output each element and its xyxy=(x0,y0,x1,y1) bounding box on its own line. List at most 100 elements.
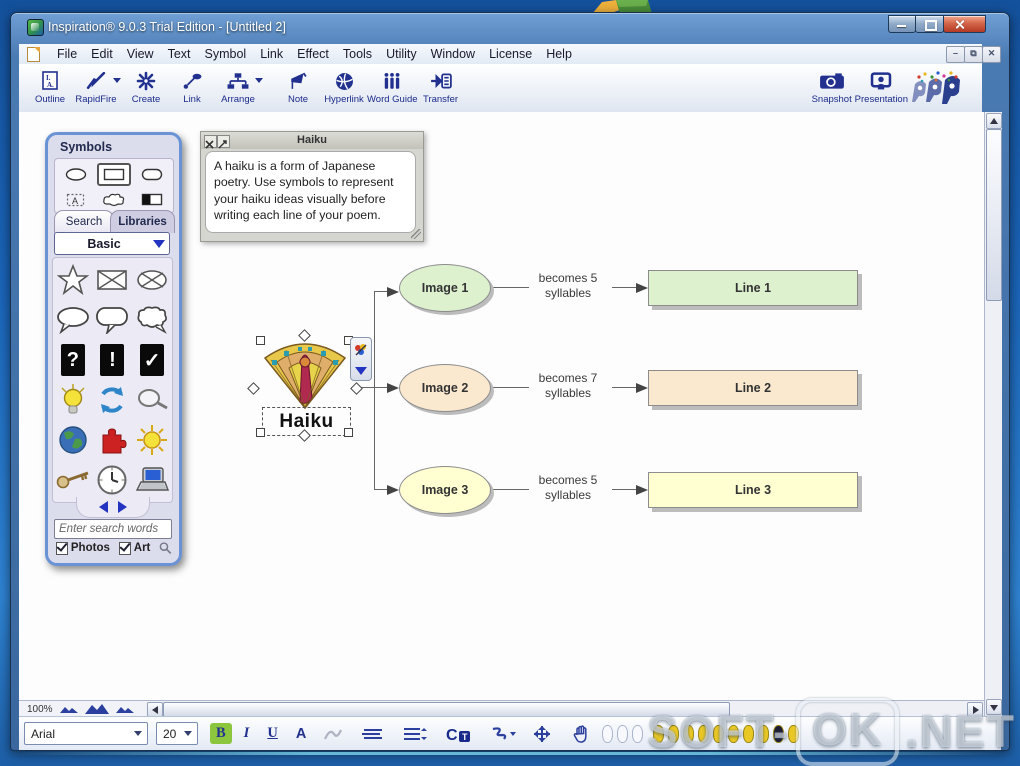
note-text[interactable]: A haiku is a form of Japanese poetry. Us… xyxy=(205,151,416,233)
change-case-icon[interactable]: CT xyxy=(446,725,472,743)
vertical-scrollbar[interactable] xyxy=(984,112,1002,716)
symbol-magnifier-icon[interactable] xyxy=(134,381,170,419)
word-guide-button[interactable]: Word Guide xyxy=(367,70,418,105)
link-style-dropdown-icon[interactable] xyxy=(510,731,517,736)
menu-tools[interactable]: Tools xyxy=(336,45,379,63)
symbol-lightbulb-icon[interactable] xyxy=(55,381,91,419)
note-window[interactable]: Haiku A haiku is a form of Japanese poet… xyxy=(200,131,424,242)
hyperlink-button[interactable]: Hyperlink xyxy=(321,70,367,105)
menu-window[interactable]: Window xyxy=(424,45,482,63)
zoom-out-icon[interactable] xyxy=(59,704,79,714)
scroll-left-button[interactable] xyxy=(147,702,163,717)
mdi-close-button[interactable]: ✕ xyxy=(982,46,1001,63)
arrange-button[interactable]: Arrange xyxy=(215,70,261,105)
format-text-frame-button[interactable]: A xyxy=(61,190,91,209)
bold-button[interactable]: B xyxy=(210,723,232,744)
note-resize-button[interactable] xyxy=(217,135,230,149)
horizontal-scrollbar[interactable] xyxy=(146,700,984,717)
snapshot-button[interactable]: Snapshot xyxy=(809,70,855,105)
library-select[interactable]: Basic xyxy=(54,232,170,255)
rapidfire-button[interactable]: RapidFire xyxy=(73,70,119,105)
art-checkbox[interactable] xyxy=(118,541,131,555)
note-button[interactable]: Note xyxy=(275,70,321,105)
node-line-3[interactable]: Line 3 xyxy=(648,472,858,508)
symbol-speech-bubble-cloud-icon[interactable] xyxy=(134,301,170,339)
font-size-select[interactable]: 20 xyxy=(156,722,198,745)
format-cloud-button[interactable] xyxy=(99,190,129,209)
search-icon[interactable] xyxy=(159,541,172,555)
menu-effect[interactable]: Effect xyxy=(290,45,336,63)
vertical-scroll-thumb[interactable] xyxy=(986,129,1002,301)
format-ellipse-button[interactable] xyxy=(61,165,91,184)
menu-utility[interactable]: Utility xyxy=(379,45,424,63)
close-button[interactable] xyxy=(943,15,986,33)
menu-help[interactable]: Help xyxy=(539,45,579,63)
scroll-right-button[interactable] xyxy=(967,702,983,717)
node-line-1[interactable]: Line 1 xyxy=(648,270,858,306)
create-button[interactable]: Create xyxy=(123,70,169,105)
node-image-1[interactable]: Image 1 xyxy=(399,264,491,312)
node-image-2[interactable]: Image 2 xyxy=(399,364,491,412)
next-symbols-icon[interactable] xyxy=(118,501,127,513)
node-image-3[interactable]: Image 3 xyxy=(399,466,491,514)
link-label[interactable]: becomes 5 syllables xyxy=(522,271,614,301)
symbol-key-icon[interactable] xyxy=(55,461,91,499)
symbol-crossed-ellipse-icon[interactable] xyxy=(134,261,170,299)
selection-handle[interactable] xyxy=(256,336,265,345)
menu-license[interactable]: License xyxy=(482,45,539,63)
symbol-globe-icon[interactable] xyxy=(55,421,91,459)
pan-hand-icon[interactable] xyxy=(572,724,592,744)
symbol-puzzle-icon[interactable] xyxy=(94,421,130,459)
zoom-fit-icon[interactable] xyxy=(84,703,110,715)
symbol-sun-icon[interactable] xyxy=(134,421,170,459)
align-lines-icon[interactable] xyxy=(360,727,384,741)
symbol-laptop-icon[interactable] xyxy=(134,461,170,499)
symbol-exclamation-tile[interactable]: ! xyxy=(94,341,130,379)
menu-edit[interactable]: Edit xyxy=(84,45,120,63)
position-arrows-icon[interactable] xyxy=(531,724,553,744)
node-haiku-fan-image[interactable] xyxy=(258,336,352,410)
mdi-restore-button[interactable]: ⧉ xyxy=(964,46,983,63)
link-label[interactable]: becomes 5 syllables xyxy=(522,473,614,503)
font-family-select[interactable]: Arial xyxy=(24,722,148,745)
menu-link[interactable]: Link xyxy=(253,45,290,63)
node-line-2[interactable]: Line 2 xyxy=(648,370,858,406)
symbol-check-tile[interactable]: ✓ xyxy=(134,341,170,379)
link-label[interactable]: becomes 7 syllables xyxy=(522,371,614,401)
symbol-speech-bubble-icon[interactable] xyxy=(55,301,91,339)
menu-view[interactable]: View xyxy=(120,45,161,63)
symbol-question-tile[interactable]: ? xyxy=(55,341,91,379)
rapidfire-dropdown-icon[interactable] xyxy=(113,78,121,83)
symbol-star-icon[interactable] xyxy=(55,261,91,299)
symbol-crossed-box-icon[interactable] xyxy=(94,261,130,299)
menu-symbol[interactable]: Symbol xyxy=(198,45,254,63)
arrange-dropdown-icon[interactable] xyxy=(255,78,263,83)
symbol-clock-icon[interactable] xyxy=(94,461,130,499)
font-color-button[interactable]: A xyxy=(290,724,312,744)
presentation-button[interactable]: Presentation xyxy=(855,70,908,105)
format-fill-button[interactable] xyxy=(137,190,167,209)
maximize-button[interactable] xyxy=(915,15,944,33)
link-button[interactable]: Link xyxy=(169,70,215,105)
style-dropdown-icon[interactable] xyxy=(355,367,367,375)
link-style-icon[interactable] xyxy=(490,726,508,742)
scroll-down-button[interactable] xyxy=(986,699,1002,715)
prev-symbols-icon[interactable] xyxy=(99,501,108,513)
outline-button[interactable]: I. A. Outline xyxy=(27,70,73,105)
italic-button[interactable]: I xyxy=(238,723,256,744)
line-spacing-icon[interactable] xyxy=(402,727,428,741)
format-rounded-rect-button[interactable] xyxy=(137,165,167,184)
tab-search[interactable]: Search xyxy=(54,210,114,233)
note-resize-grip-icon[interactable] xyxy=(411,229,421,239)
photos-checkbox[interactable] xyxy=(56,541,68,555)
underline-button[interactable]: U xyxy=(261,723,283,744)
selection-handle[interactable] xyxy=(256,428,265,437)
minimize-button[interactable] xyxy=(888,15,916,33)
format-rectangle-button[interactable] xyxy=(97,163,131,186)
symbol-recycle-icon[interactable] xyxy=(94,381,130,419)
mdi-minimize-button[interactable]: – xyxy=(946,46,965,63)
zoom-in-icon[interactable] xyxy=(115,704,135,714)
scroll-up-button[interactable] xyxy=(986,113,1002,129)
horizontal-scroll-thumb[interactable] xyxy=(163,702,730,717)
note-close-button[interactable] xyxy=(204,135,217,149)
